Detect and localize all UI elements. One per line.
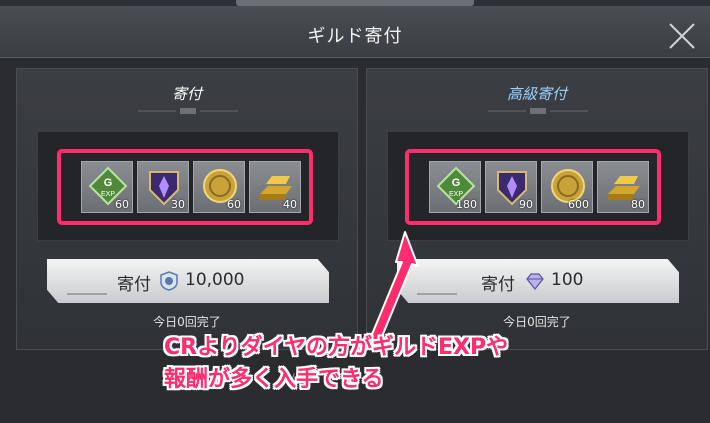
- title-divider: [488, 108, 588, 114]
- donate-button-normal[interactable]: 寄付 10,000: [47, 259, 329, 303]
- reward-list: G EXP 180 90 600 80: [429, 161, 649, 213]
- reward-gold-bar[interactable]: 40: [249, 161, 301, 213]
- donate-button-premium[interactable]: 寄付 100: [397, 259, 679, 303]
- guild-donation-screen: ギルド寄付 寄付 G EXP 60 30 60 40 寄付 10,000 今日0…: [0, 0, 710, 423]
- svg-text:EXP: EXP: [101, 191, 115, 198]
- reward-count: 60: [227, 198, 241, 211]
- reward-guild-exp[interactable]: G EXP 60: [81, 161, 133, 213]
- credit-icon: [160, 271, 178, 291]
- annotation-line-1: CRよりダイヤの方がギルドEXPや: [164, 335, 509, 360]
- reward-count: 80: [631, 198, 645, 211]
- svg-text:G: G: [104, 177, 113, 189]
- reward-gold-bar[interactable]: 80: [597, 161, 649, 213]
- donation-panel-normal: 寄付 G EXP 60 30 60 40 寄付 10,000 今日0回完了: [16, 68, 358, 350]
- header-bar: ギルド寄付: [0, 6, 710, 58]
- panel-title: 寄付: [171, 85, 202, 103]
- button-decoration: [67, 293, 107, 295]
- page-title: ギルド寄付: [307, 26, 403, 47]
- reward-count: 60: [115, 198, 129, 211]
- svg-text:G: G: [452, 177, 461, 189]
- reward-count: 180: [456, 198, 477, 211]
- reward-count: 600: [568, 198, 589, 211]
- button-decoration: [417, 293, 457, 295]
- daily-status: 今日0回完了: [503, 315, 571, 329]
- donation-panel-premium: 高級寄付 G EXP 180 90 600 80 寄付 100 今日0回完了: [366, 68, 708, 350]
- reward-count: 90: [519, 198, 533, 211]
- donate-cost: 10,000: [185, 270, 245, 290]
- title-divider: [138, 108, 238, 114]
- reward-coin[interactable]: 60: [193, 161, 245, 213]
- annotation-line-2: 報酬が多く入手できる: [164, 367, 384, 392]
- svg-text:EXP: EXP: [449, 191, 463, 198]
- diamond-icon: [526, 273, 544, 290]
- reward-crystal[interactable]: 30: [137, 161, 189, 213]
- reward-count: 30: [171, 198, 185, 211]
- reward-list: G EXP 60 30 60 40: [81, 161, 301, 213]
- close-button[interactable]: [666, 20, 698, 52]
- donate-button-label: 寄付: [481, 275, 515, 295]
- reward-count: 40: [283, 198, 297, 211]
- panel-title: 高級寄付: [506, 85, 567, 103]
- donate-cost: 100: [551, 270, 584, 290]
- reward-guild-exp[interactable]: G EXP 180: [429, 161, 481, 213]
- close-icon: [669, 23, 695, 49]
- daily-status: 今日0回完了: [153, 315, 221, 329]
- donate-button-label: 寄付: [117, 275, 151, 295]
- annotation-text: CRよりダイヤの方がギルドEXPや 報酬が多く入手できる: [164, 332, 584, 396]
- reward-coin[interactable]: 600: [541, 161, 593, 213]
- reward-crystal[interactable]: 90: [485, 161, 537, 213]
